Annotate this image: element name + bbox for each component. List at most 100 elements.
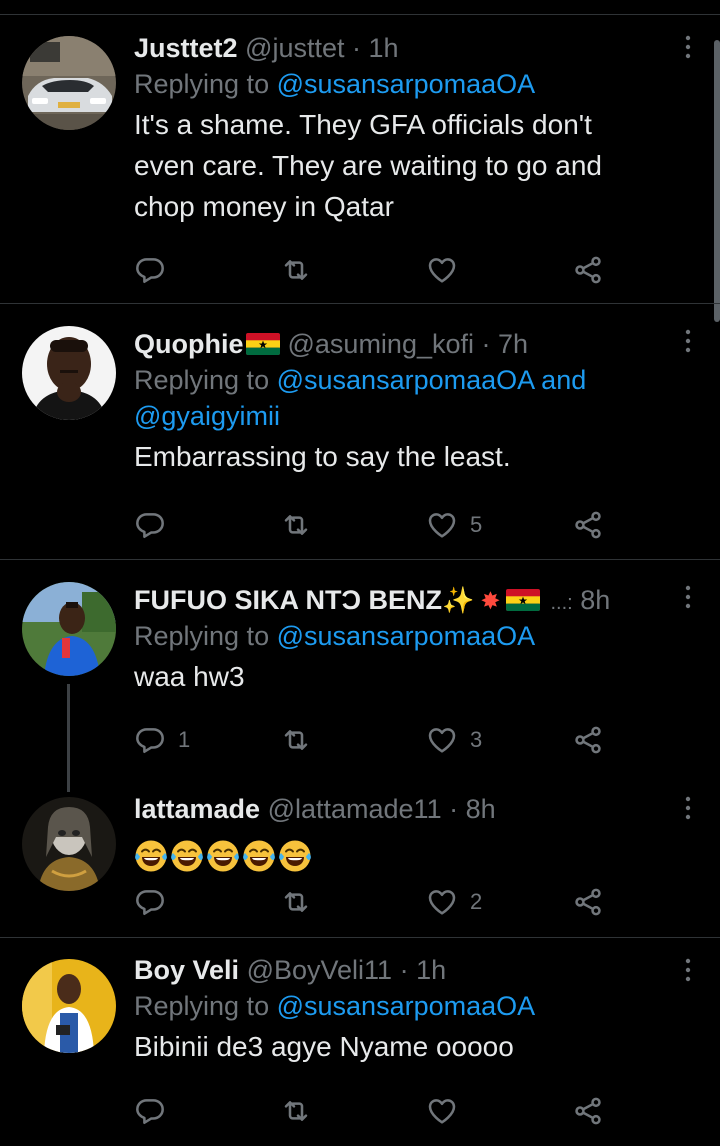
avatar-quophie[interactable] [22, 326, 116, 420]
avatar-boy-veli[interactable] [22, 959, 116, 1053]
retweet-icon [280, 886, 312, 918]
retweet-icon [280, 509, 312, 541]
scrollbar[interactable] [714, 40, 720, 322]
replying-to: Replying to @susansarpomaaOA and [134, 362, 680, 398]
mention-link[interactable]: @susansarpomaaOA [277, 621, 536, 651]
retweet-button[interactable] [280, 884, 312, 920]
more-vertical-icon[interactable] [680, 582, 696, 612]
tweet-header: Quophie @asuming_kofi · 7h [134, 326, 680, 362]
user-handle[interactable]: @BoyVeli11 [247, 955, 393, 985]
user-handle[interactable]: @asuming_kofi [288, 329, 475, 359]
reply-button[interactable] [134, 884, 166, 920]
ghana-flag-icon [506, 589, 540, 611]
separator-dot: · [449, 794, 459, 824]
separator-dot: · [399, 955, 409, 985]
avatar-lattamade[interactable] [22, 797, 116, 891]
user-handle[interactable]: @justtet [245, 33, 344, 63]
timestamp[interactable]: 7h [498, 329, 528, 359]
retweet-icon [280, 724, 312, 756]
mention-link[interactable]: @susansarpomaaOA [277, 69, 536, 99]
more-vertical-icon[interactable] [680, 32, 696, 62]
tweet-text: It's a shame. They GFA officials don't e… [134, 104, 680, 227]
like-button[interactable] [426, 252, 458, 288]
emoji-text: 😂😂😂😂😂 [134, 833, 140, 874]
share-button[interactable] [572, 252, 604, 288]
more-vertical-icon[interactable] [680, 955, 696, 985]
retweet-button[interactable] [280, 722, 312, 758]
share-button[interactable] [572, 1093, 604, 1129]
mention-link[interactable]: @susansarpomaaOA [277, 365, 534, 395]
separator-dot: · [481, 329, 491, 359]
replying-to: Replying to @susansarpomaaOA [134, 66, 680, 102]
user-handle[interactable]: @lattamade11 [268, 794, 442, 824]
tweet-text-line: even care. They are waiting to go and [134, 150, 603, 181]
thread-line [67, 684, 70, 792]
more-vertical-icon[interactable] [680, 326, 696, 356]
truncation: ...: [550, 592, 573, 614]
tweet-header: lattamade @lattamade11 · 8h [134, 791, 680, 827]
display-name[interactable]: lattamade [134, 794, 260, 824]
tweet-text: 😂😂😂😂😂 [134, 833, 680, 873]
reply-button[interactable] [134, 252, 166, 288]
share-button[interactable] [572, 507, 604, 543]
share-icon [572, 1095, 604, 1127]
share-icon [572, 886, 604, 918]
divider [0, 559, 720, 560]
tweet-actions: 5 [134, 507, 614, 543]
tweet-text: Bibinii de3 agye Nyame ooooo [134, 1026, 680, 1067]
replying-prefix: Replying to [134, 621, 270, 651]
heart-icon [426, 724, 458, 756]
retweet-button[interactable] [280, 507, 312, 543]
tweet-text: waa hw3 [134, 656, 680, 697]
face-with-tears-of-joy-icon [242, 839, 276, 873]
share-icon [572, 724, 604, 756]
display-name[interactable]: Quophie [134, 329, 244, 359]
tweet-actions [134, 1093, 614, 1129]
reply-button[interactable] [134, 1093, 166, 1129]
share-button[interactable] [572, 722, 604, 758]
tweet-actions: 2 [134, 884, 614, 920]
share-button[interactable] [572, 884, 604, 920]
mention-link[interactable]: @susansarpomaaOA [277, 991, 536, 1021]
like-button[interactable] [426, 1093, 458, 1129]
avatar-justtet2[interactable] [22, 36, 116, 130]
timestamp[interactable]: 1h [416, 955, 446, 985]
like-count: 3 [470, 727, 483, 752]
tweet-text-line: Bibinii de3 agye Nyame ooooo [134, 1031, 514, 1062]
replying-prefix: Replying to [134, 365, 270, 395]
like-button[interactable]: 3 [426, 722, 482, 758]
share-icon [572, 254, 604, 286]
retweet-button[interactable] [280, 252, 312, 288]
tweet-actions: 1 3 [134, 722, 614, 758]
replying-to: Replying to @susansarpomaaOA [134, 988, 680, 1024]
separator-dot: · [352, 33, 362, 63]
heart-icon [426, 254, 458, 286]
timestamp[interactable]: 1h [369, 33, 399, 63]
tweet-text-line: It's a shame. They GFA officials don't [134, 109, 592, 140]
more-vertical-icon[interactable] [680, 793, 696, 823]
timestamp[interactable]: 8h [580, 585, 610, 615]
reply-button[interactable] [134, 507, 166, 543]
divider [0, 303, 720, 304]
replying-to-continued: @gyaigyimii [134, 398, 680, 434]
display-name[interactable]: FUFUO SIKA NTƆ BENZ [134, 585, 442, 615]
tweet-header: FUFUO SIKA NTƆ BENZ✨ ✸...: 8h [134, 582, 680, 618]
retweet-button[interactable] [280, 1093, 312, 1129]
face-with-tears-of-joy-icon [278, 839, 312, 873]
avatar-fufuo[interactable] [22, 582, 116, 676]
tweet-text-line: Embarrassing to say the least. [134, 441, 511, 472]
reply-icon [134, 886, 166, 918]
reply-button[interactable]: 1 [134, 722, 190, 758]
explosion-emoji-icon: ✸ [480, 588, 501, 615]
display-name[interactable]: Boy Veli [134, 955, 239, 985]
tweet-header: Justtet2 @justtet · 1h [134, 30, 680, 66]
like-button[interactable]: 5 [426, 507, 482, 543]
replying-prefix: Replying to [134, 69, 270, 99]
mention-link[interactable]: @gyaigyimii [134, 401, 280, 431]
display-name[interactable]: Justtet2 [134, 33, 238, 63]
replying-to: Replying to @susansarpomaaOA [134, 618, 680, 654]
timestamp[interactable]: 8h [466, 794, 496, 824]
sparkles-emoji-icon: ✨ [441, 585, 475, 615]
like-button[interactable]: 2 [426, 884, 482, 920]
tweet-header: Boy Veli @BoyVeli11 · 1h [134, 952, 680, 988]
